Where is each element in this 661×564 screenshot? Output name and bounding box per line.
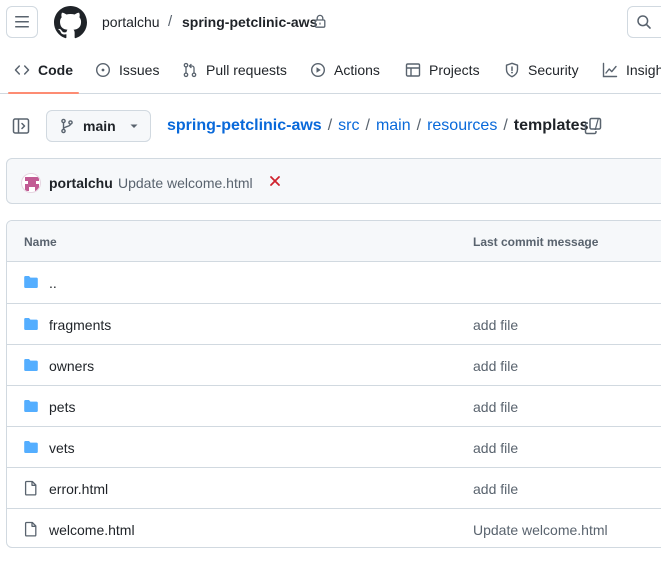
file-name-link[interactable]: error.html (49, 481, 108, 497)
global-header: portalchu / spring-petclinic-aws (0, 0, 661, 46)
git-branch-icon (61, 118, 73, 134)
file-name-link[interactable]: vets (49, 440, 75, 456)
pull-request-icon (183, 62, 197, 77)
tab-security-label: Security (528, 61, 579, 78)
tab-security[interactable]: Security (504, 46, 579, 93)
code-icon (14, 64, 30, 75)
tab-issues[interactable]: Issues (95, 46, 159, 93)
tab-code-label: Code (38, 61, 73, 78)
file-name-link[interactable]: .. (49, 275, 57, 291)
column-header-message: Last commit message (473, 235, 599, 249)
tab-projects-label: Projects (429, 61, 480, 78)
copy-icon[interactable] (584, 117, 602, 135)
file-commit-message-link[interactable]: Update welcome.html (473, 522, 608, 538)
search-icon (637, 15, 651, 29)
table-body: .. fragments add file owners add file pets add… (7, 262, 661, 547)
identicon-icon (25, 177, 39, 191)
folder-icon (24, 318, 38, 330)
table-header: Name Last commit message (7, 221, 661, 262)
commit-author-link[interactable]: portalchu (49, 175, 113, 191)
table-row[interactable]: fragments add file (7, 303, 661, 344)
tab-code[interactable]: Code (8, 46, 79, 94)
breadcrumb-repo-link[interactable]: spring-petclinic-aws (167, 117, 322, 135)
tab-issues-label: Issues (119, 61, 160, 78)
tab-pull-requests-label: Pull requests (206, 61, 287, 78)
folder-icon (24, 441, 38, 453)
breadcrumb-src-link[interactable]: src (338, 117, 359, 135)
table-icon (405, 62, 421, 77)
search-button[interactable] (627, 6, 661, 38)
repo-owner-link[interactable]: portalchu (102, 14, 160, 30)
breadcrumb-main-link[interactable]: main (376, 117, 411, 135)
avatar[interactable] (21, 173, 41, 193)
tab-actions[interactable]: Actions (310, 46, 380, 93)
folder-icon (24, 359, 38, 371)
column-header-name: Name (24, 235, 57, 249)
file-table: Name Last commit message .. fragments add … (6, 220, 661, 548)
hamburger-icon (15, 16, 29, 28)
file-commit-message-link[interactable]: add file (473, 317, 518, 333)
tab-insights-label: Insights (626, 61, 661, 78)
issue-icon (95, 62, 111, 77)
tab-insights[interactable]: Insights (602, 46, 661, 93)
file-name-link[interactable]: owners (49, 358, 94, 374)
tab-pull-requests[interactable]: Pull requests (182, 46, 287, 93)
breadcrumb-separator: / (365, 117, 370, 134)
breadcrumb-resources-link[interactable]: resources (427, 117, 497, 135)
menu-button[interactable] (6, 6, 38, 38)
breadcrumb-separator: / (503, 117, 508, 134)
branch-name: main (83, 118, 116, 134)
breadcrumb-separator: / (416, 117, 422, 134)
file-commit-message-link[interactable]: add file (473, 399, 518, 415)
file-icon (24, 521, 37, 537)
file-icon (24, 480, 37, 496)
owner-repo-separator: / (168, 13, 173, 30)
breadcrumb-separator: / (327, 117, 333, 134)
branch-selector-button[interactable]: main (46, 110, 151, 142)
chevron-down-icon (130, 124, 138, 128)
play-icon (310, 62, 326, 77)
table-row[interactable]: pets add file (7, 385, 661, 426)
file-commit-message-link[interactable]: add file (473, 440, 518, 456)
latest-commit-bar: portalchu Update welcome.html (6, 158, 661, 204)
github-logo-icon[interactable] (54, 6, 87, 39)
commit-message-link[interactable]: Update welcome.html (118, 175, 253, 191)
x-icon[interactable] (269, 175, 281, 187)
repo-nav: Code Issues Pull requests Actions Projec… (0, 46, 661, 94)
repo-name-link[interactable]: spring-petclinic-aws (182, 14, 317, 30)
table-row[interactable]: owners add file (7, 344, 661, 385)
shield-icon (505, 62, 519, 77)
table-row[interactable]: .. (7, 262, 661, 303)
graph-icon (602, 62, 618, 77)
table-row[interactable]: welcome.html Update welcome.html (7, 508, 661, 547)
folder-icon (24, 400, 38, 412)
folder-icon (24, 276, 38, 288)
file-commit-message-link[interactable]: add file (473, 358, 518, 374)
breadcrumb-current: templates (513, 117, 589, 134)
breadcrumb: spring-petclinic-aws / src / main / reso… (167, 117, 605, 135)
file-commit-message-link[interactable]: add file (473, 481, 518, 497)
sidebar-expand-icon[interactable] (12, 117, 30, 135)
table-row[interactable]: vets add file (7, 426, 661, 467)
table-row[interactable]: error.html add file (7, 467, 661, 508)
file-name-link[interactable]: welcome.html (49, 522, 135, 538)
file-name-link[interactable]: fragments (49, 317, 111, 333)
lock-icon (314, 14, 326, 28)
tab-projects[interactable]: Projects (405, 46, 480, 93)
tab-actions-label: Actions (334, 61, 380, 78)
file-name-link[interactable]: pets (49, 399, 75, 415)
